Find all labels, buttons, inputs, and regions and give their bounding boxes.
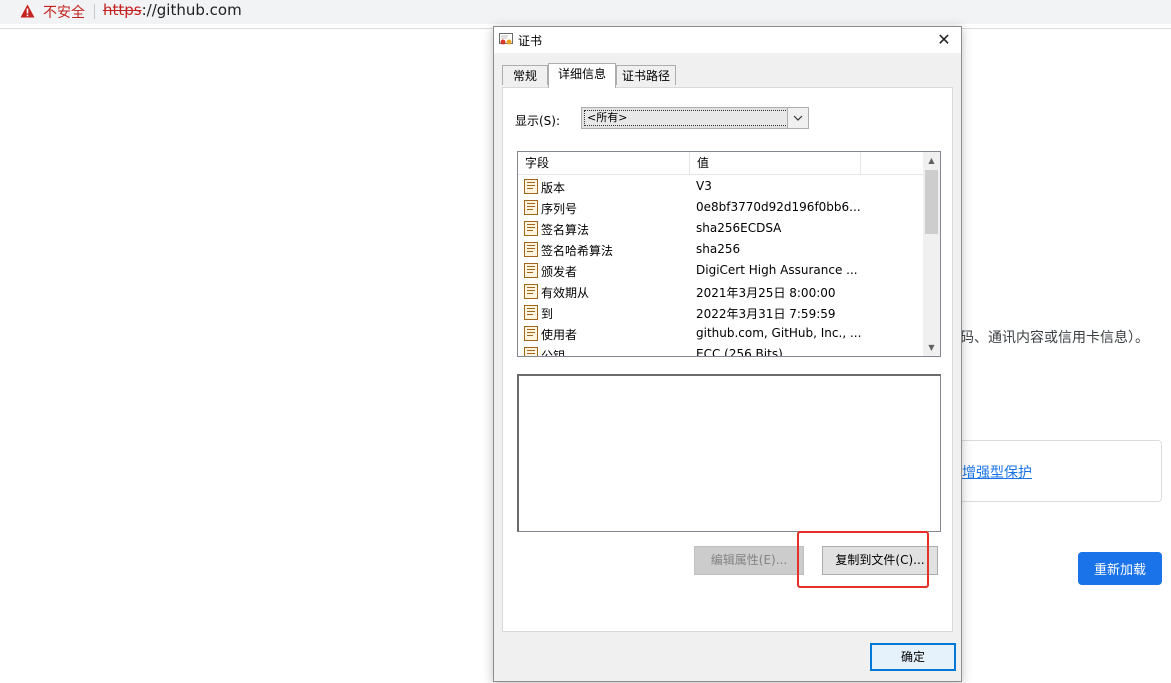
show-dropdown-value: <所有>: [584, 110, 788, 126]
list-item[interactable]: 签名哈希算法 sha256: [518, 239, 923, 260]
list-item[interactable]: 使用者 github.com, GitHub, Inc., ...: [518, 323, 923, 344]
url-host: ://github.com: [141, 1, 242, 19]
warning-icon: [20, 4, 35, 18]
column-header-value[interactable]: 值: [690, 152, 861, 174]
field-icon: [524, 284, 538, 299]
tab-details[interactable]: 详细信息: [548, 63, 616, 88]
field-icon: [524, 179, 538, 194]
field-value: sha256: [696, 242, 741, 256]
not-secure-label[interactable]: 不安全: [43, 2, 85, 22]
copy-to-file-button[interactable]: 复制到文件(C)...: [822, 546, 938, 575]
field-icon: [524, 305, 538, 320]
enhanced-protection-link[interactable]: 增强型保护: [962, 462, 1032, 482]
field-detail-box[interactable]: [517, 374, 941, 532]
ok-button[interactable]: 确定: [870, 643, 956, 671]
address-bar[interactable]: 不安全 https://github.com: [0, 0, 1171, 24]
list-item[interactable]: 颁发者 DigiCert High Assurance ...: [518, 260, 923, 281]
field-name: 使用者: [541, 328, 578, 342]
field-name: 公钥: [541, 349, 566, 357]
field-value: DigiCert High Assurance ...: [696, 263, 858, 277]
scroll-down-icon[interactable]: ▼: [923, 339, 940, 356]
chevron-down-icon: [793, 115, 803, 121]
reload-button[interactable]: 重新加载: [1078, 552, 1162, 585]
list-rows: 版本 V3 序列号 0e8bf3770d92d196f0bb6... 签名算法 sha25…: [518, 176, 923, 357]
field-icon: [524, 326, 538, 341]
field-name: 版本: [541, 181, 566, 195]
scroll-up-icon[interactable]: ▲: [923, 152, 940, 169]
field-value: 2022年3月31日 7:59:59: [696, 307, 836, 321]
list-item[interactable]: 有效期从 2021年3月25日 8:00:00: [518, 281, 923, 302]
list-header: 字段 值: [518, 152, 923, 175]
certificate-icon: [499, 33, 513, 45]
field-name: 签名算法: [541, 223, 590, 237]
show-label: 显示(S):: [515, 114, 561, 128]
field-name: 签名哈希算法: [541, 244, 614, 258]
column-header-field[interactable]: 字段: [518, 152, 690, 174]
list-item[interactable]: 签名算法 sha256ECDSA: [518, 218, 923, 239]
field-name: 颁发者: [541, 265, 578, 279]
scrollbar-thumb[interactable]: [925, 170, 938, 234]
url-text[interactable]: https://github.com: [103, 1, 242, 19]
close-button[interactable]: ✕: [927, 27, 961, 53]
list-item[interactable]: 公钥 ECC (256 Bits): [518, 344, 923, 357]
field-list[interactable]: 字段 值 版本 V3 序列号 0e8bf3770d92d196f0bb6... 签名算法…: [517, 151, 941, 357]
field-name: 有效期从: [541, 286, 590, 300]
tab-general[interactable]: 常规: [502, 65, 548, 85]
field-value: ECC (256 Bits): [696, 347, 783, 357]
list-item[interactable]: 序列号 0e8bf3770d92d196f0bb6...: [518, 197, 923, 218]
field-icon: [524, 200, 538, 215]
dialog-titlebar[interactable]: 证书 ✕: [494, 27, 961, 53]
certificate-dialog: 证书 ✕ 常规 详细信息 证书路径 显示(S): <所有> 字段 值 版本 V3 序…: [493, 26, 962, 682]
url-scheme: https: [103, 1, 142, 19]
dropdown-button[interactable]: [787, 108, 808, 128]
details-panel: 显示(S): <所有> 字段 值 版本 V3 序列号 0e8bf3770d92d196…: [502, 87, 953, 632]
field-icon: [524, 221, 538, 236]
vertical-scrollbar[interactable]: ▲ ▼: [923, 152, 940, 356]
field-value: 0e8bf3770d92d196f0bb6...: [696, 200, 861, 214]
field-name: 到: [541, 307, 554, 321]
field-icon: [524, 242, 538, 257]
field-name: 序列号: [541, 202, 578, 216]
close-icon: ✕: [937, 30, 951, 49]
background-partial-text: 码、通讯内容或信用卡信息）。: [960, 330, 1149, 346]
edit-properties-button[interactable]: 编辑属性(E)...: [694, 546, 804, 575]
show-dropdown[interactable]: <所有>: [581, 107, 809, 129]
field-icon: [524, 263, 538, 278]
address-separator: [94, 4, 95, 19]
field-value: sha256ECDSA: [696, 221, 782, 235]
tab-certification-path[interactable]: 证书路径: [616, 65, 676, 85]
list-item[interactable]: 到 2022年3月31日 7:59:59: [518, 302, 923, 323]
field-value: github.com, GitHub, Inc., ...: [696, 326, 862, 340]
field-icon: [524, 347, 538, 356]
field-value: V3: [696, 179, 712, 193]
list-item[interactable]: 版本 V3: [518, 176, 923, 197]
dialog-title: 证书: [518, 34, 543, 48]
field-value: 2021年3月25日 8:00:00: [696, 286, 836, 300]
